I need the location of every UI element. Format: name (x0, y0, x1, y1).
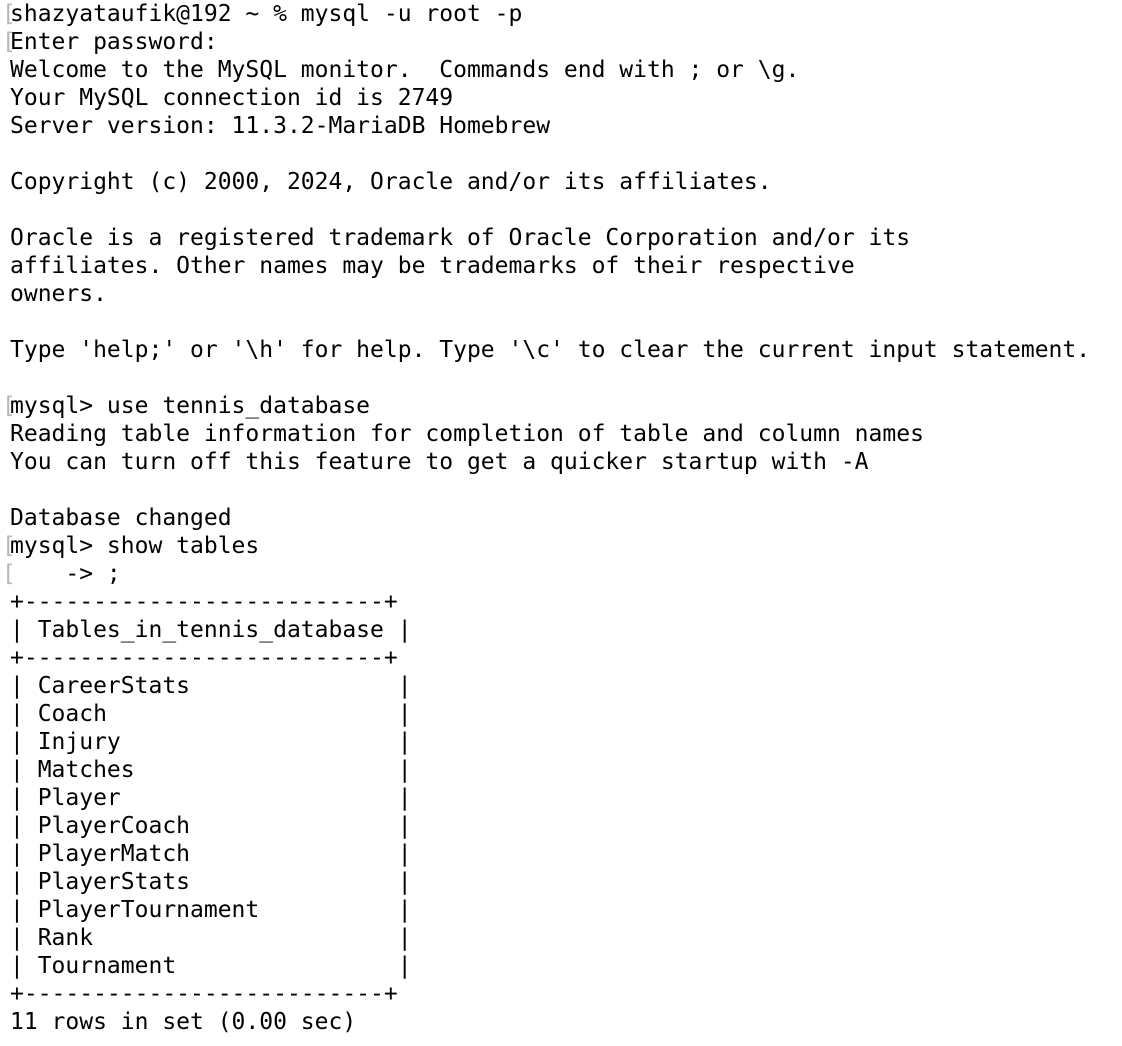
line-text: | Tournament | (10, 953, 412, 979)
line-text: | PlayerStats | (10, 869, 412, 895)
terminal-line-table-row: | Player | (10, 784, 1118, 812)
line-text: | Player | (10, 785, 412, 811)
terminal-line-table-row: | Coach | (10, 700, 1118, 728)
terminal-line-shell-prompt: [shazyataufik@192 ~ % mysql -u root -p (2, 0, 1118, 28)
terminal-line-output: You can turn off this feature to get a q… (10, 448, 1118, 476)
line-text: | PlayerTournament | (10, 897, 412, 923)
terminal-line-output: [Enter password: (2, 28, 1118, 56)
line-text: mysql> use tennis_database (10, 393, 371, 419)
line-text: | Injury | (10, 729, 412, 755)
terminal-line-table-row: | PlayerCoach | (10, 812, 1118, 840)
line-text: | PlayerCoach | (10, 813, 412, 839)
line-text: Copyright (c) 2000, 2024, Oracle and/or … (10, 169, 772, 195)
terminal-line-table-row: | Injury | (10, 728, 1118, 756)
line-text: | Tables_in_tennis_database | (10, 617, 412, 643)
terminal-line-table-row: | CareerStats | (10, 672, 1118, 700)
terminal-line-table-row: | Matches | (10, 756, 1118, 784)
line-text: Enter password: (10, 29, 218, 55)
terminal-line-continuation-prompt: [ -> ; (2, 560, 1118, 588)
line-text: | PlayerMatch | (10, 841, 412, 867)
terminal-line-table-row: | PlayerStats | (10, 868, 1118, 896)
terminal-line-mysql-prompt: [mysql> show tables (2, 532, 1118, 560)
line-text: Oracle is a registered trademark of Orac… (10, 225, 911, 251)
line-text: | Rank | (10, 925, 412, 951)
line-text: Type 'help;' or '\h' for help. Type '\c'… (10, 337, 1091, 363)
line-text: Reading table information for completion… (10, 421, 924, 447)
terminal-line-table-row: | PlayerTournament | (10, 896, 1118, 924)
line-text: -> ; (10, 561, 121, 587)
line-text: mysql> show tables (10, 533, 260, 559)
line-text: Welcome to the MySQL monitor. Commands e… (10, 57, 800, 83)
terminal-line-output: Copyright (c) 2000, 2024, Oracle and/or … (10, 168, 1118, 196)
line-text: | Matches | (10, 757, 412, 783)
terminal-line-table-row: | Rank | (10, 924, 1118, 952)
line-text: Your MySQL connection id is 2749 (10, 85, 454, 111)
line-text: | Coach | (10, 701, 412, 727)
terminal-line-output: Server version: 11.3.2-MariaDB Homebrew (10, 112, 1118, 140)
line-mark: [ (2, 393, 16, 419)
terminal-line-table-row: | Tournament | (10, 952, 1118, 980)
line-text: Server version: 11.3.2-MariaDB Homebrew (10, 113, 551, 139)
line-text: 11 rows in set (0.00 sec) (10, 1009, 357, 1035)
terminal-line-output: Welcome to the MySQL monitor. Commands e… (10, 56, 1118, 84)
line-text: | CareerStats | (10, 673, 412, 699)
terminal-line-output: affiliates. Other names may be trademark… (10, 252, 1118, 280)
terminal-line-table-row: | PlayerMatch | (10, 840, 1118, 868)
line-text: +--------------------------+ (10, 981, 398, 1007)
line-text: shazyataufik@192 ~ % mysql -u root -p (10, 1, 523, 27)
terminal-line-mysql-prompt: [mysql> use tennis_database (2, 392, 1118, 420)
line-text: Database changed (10, 505, 232, 531)
line-text: affiliates. Other names may be trademark… (10, 253, 855, 279)
terminal-line-output: Database changed (10, 504, 1118, 532)
terminal-line-table-border: +--------------------------+ (10, 644, 1118, 672)
terminal-line-table-border: +--------------------------+ (10, 980, 1118, 1008)
line-text: You can turn off this feature to get a q… (10, 449, 869, 475)
line-mark: [ (2, 533, 16, 559)
terminal-line-output: Your MySQL connection id is 2749 (10, 84, 1118, 112)
terminal-line-output: Oracle is a registered trademark of Orac… (10, 224, 1118, 252)
line-mark: [ (2, 1, 16, 27)
terminal-line-output: 11 rows in set (0.00 sec) (10, 1008, 1118, 1036)
terminal-line-table-header: | Tables_in_tennis_database | (10, 616, 1118, 644)
line-mark: [ (2, 561, 16, 587)
terminal-line-output: Reading table information for completion… (10, 420, 1118, 448)
terminal-line-output: owners. (10, 280, 1118, 308)
line-mark: [ (2, 29, 16, 55)
terminal-output[interactable]: [shazyataufik@192 ~ % mysql -u root -p[E… (2, 0, 1118, 1046)
line-text: +--------------------------+ (10, 589, 398, 615)
terminal-line-output: Type 'help;' or '\h' for help. Type '\c'… (10, 336, 1118, 364)
line-text: owners. (10, 281, 107, 307)
terminal-line-table-border: +--------------------------+ (10, 588, 1118, 616)
line-text: +--------------------------+ (10, 645, 398, 671)
